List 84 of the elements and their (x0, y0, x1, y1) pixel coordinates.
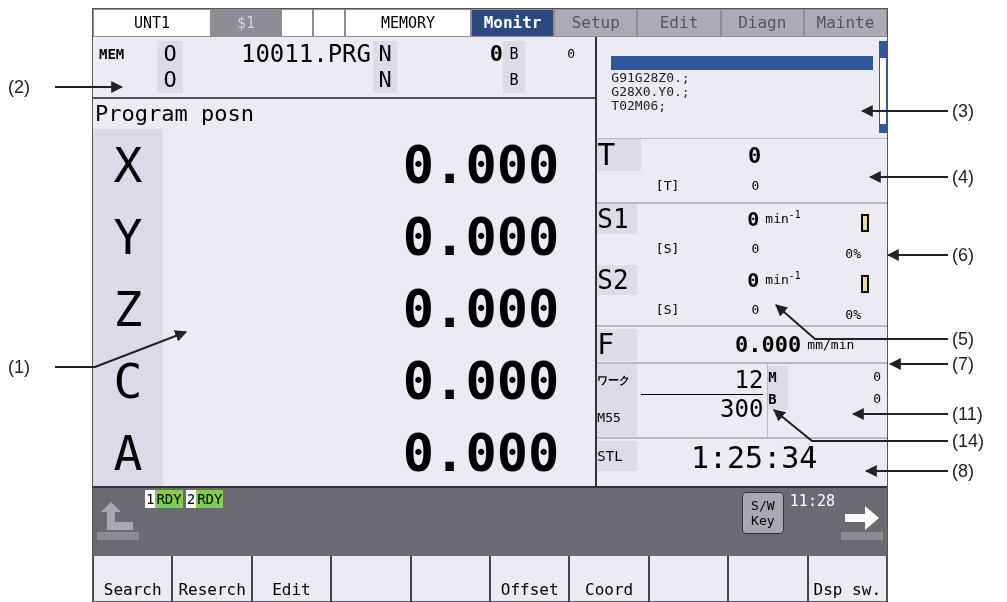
callout-label: (7) (952, 353, 974, 375)
callout-label: (5) (952, 328, 974, 350)
blank-softkey[interactable] (410, 556, 490, 601)
feed-label: F (597, 328, 638, 361)
code-value: 0 (872, 390, 882, 409)
cycle-time: 1:25:34 (689, 441, 818, 475)
spindle-label: S2 (597, 264, 638, 295)
blank-softkey[interactable] (331, 556, 411, 601)
blank-field (282, 10, 312, 36)
spindle-load: 0% (845, 305, 861, 324)
softkey[interactable]: Edit (251, 556, 332, 601)
axis-label: X (93, 129, 163, 201)
speed-unit: min$^{-1}$ (765, 209, 801, 229)
spindle-label: S1 (597, 204, 638, 234)
n-label: N (373, 41, 397, 67)
time-label: STL (597, 441, 638, 471)
softkey[interactable]: Reserch (172, 556, 252, 601)
axis-label: C (93, 345, 163, 417)
program-line: T02M06; (611, 99, 668, 113)
unit-field: UNT1 (94, 10, 210, 36)
sequence-number: 0 (488, 41, 503, 67)
code-label: M (768, 366, 789, 388)
spindle-load: 0% (845, 245, 861, 264)
callout-label: (14) (952, 430, 984, 452)
axis-label: Y (93, 201, 163, 273)
callout-label: (6) (952, 244, 974, 266)
blank-field (314, 10, 344, 36)
spindle-speed: 0 (746, 266, 760, 294)
o-label: O (157, 41, 183, 67)
tool-label: T (597, 139, 642, 171)
program-line: G28X0.Y0.; (611, 85, 691, 99)
axis-position: 0.000 (401, 211, 561, 263)
spindle-speed: 0 (746, 206, 760, 233)
clock: 11:28 (789, 491, 835, 512)
softkey[interactable]: Coord (569, 556, 649, 601)
software-key-button[interactable]: S/W Key (741, 492, 784, 534)
callout-label: (11) (952, 403, 983, 425)
axis-label: Z (93, 273, 163, 345)
work-target: 300 (719, 395, 764, 423)
work-count: 12 (641, 366, 764, 395)
blank-softkey[interactable] (648, 556, 729, 601)
softkey[interactable]: Dsp sw. (807, 556, 887, 601)
program-line: G91G28Z0.; (611, 71, 691, 85)
mode-label: MEM (99, 46, 125, 62)
mode-field: MEMORY (346, 10, 470, 36)
tool-number: 0 (747, 141, 762, 170)
feed-rate: 0.000 (734, 331, 802, 359)
program-number: 10011.PRG (239, 41, 372, 67)
axis-position: 0.000 (401, 427, 561, 479)
b-label: B (503, 41, 525, 67)
m-code-label: M55 (597, 409, 622, 428)
block-number: 0 (566, 45, 575, 63)
callout-label: (2) (8, 76, 30, 98)
command-value: 0 (750, 240, 760, 259)
command-value: 0 (750, 300, 760, 319)
speed-unit: min$^{-1}$ (765, 269, 801, 289)
command-label: [S] (654, 240, 680, 259)
softkey[interactable]: Offset (490, 556, 570, 601)
callout-label: (3) (952, 100, 974, 122)
callout-label: (4) (952, 166, 974, 188)
callout-label: (8) (952, 460, 974, 482)
work-label: ワーク (597, 373, 632, 390)
axis-position: 0.000 (401, 139, 561, 191)
position-title: Program posn (94, 100, 255, 128)
command-label: [S] (654, 300, 680, 319)
o-label: O (157, 67, 183, 93)
softkey[interactable]: Search (93, 556, 173, 601)
b-label: B (503, 67, 525, 93)
callout-label: (1) (8, 356, 30, 378)
axis-label: A (93, 417, 163, 489)
code-label: B (768, 388, 789, 410)
system-field: $1 (212, 10, 280, 36)
blank-softkey[interactable] (728, 556, 808, 601)
feed-unit: mm/min (807, 335, 855, 354)
axis-position: 0.000 (401, 355, 561, 407)
n-label: N (373, 67, 397, 93)
leader-arrow (54, 81, 124, 93)
menu-tab[interactable]: Monitr (472, 10, 554, 36)
leader-arrow (886, 249, 949, 261)
code-value: 0 (872, 368, 882, 387)
command-label: [T] (654, 177, 680, 196)
command-value: 0 (750, 177, 760, 196)
leader-arrow (888, 358, 949, 370)
axis-position: 0.000 (401, 283, 561, 335)
